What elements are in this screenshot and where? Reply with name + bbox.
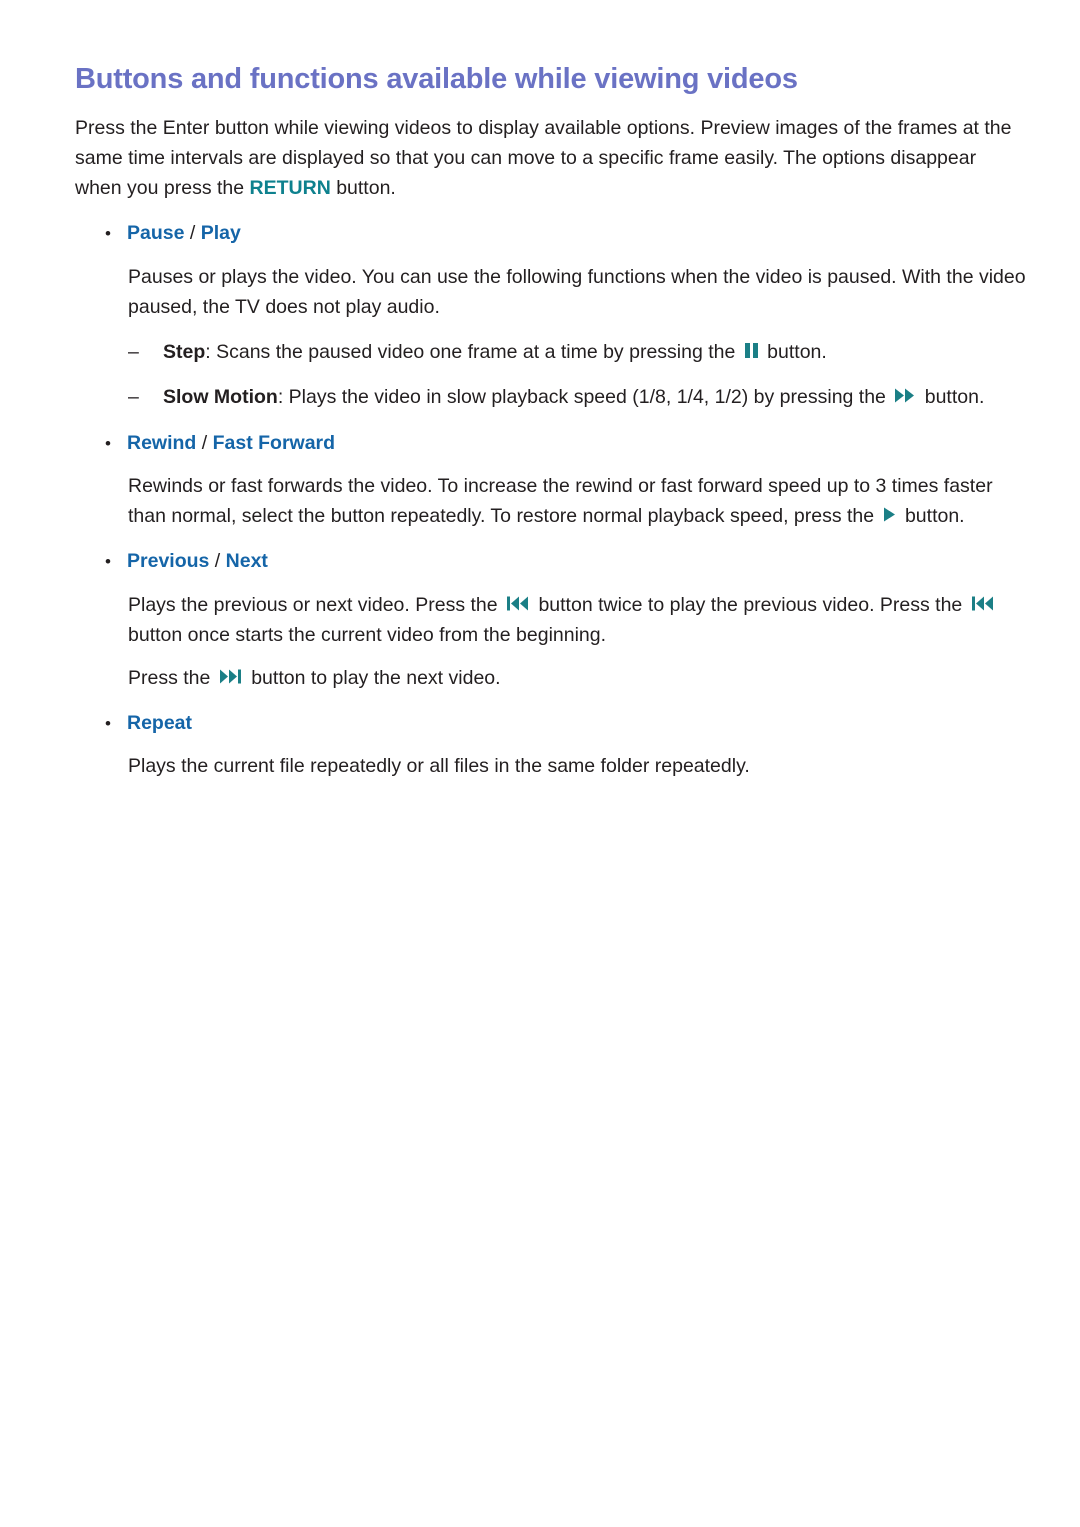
bullet-marker-icon: • <box>105 552 111 572</box>
section-heading-repeat: • Repeat <box>75 709 1027 738</box>
page-title: Buttons and functions available while vi… <box>75 63 798 95</box>
subitem-slow-motion-desc: Plays the video in slow playback speed (… <box>283 386 892 409</box>
subitem-step-desc-after: button. <box>761 341 827 364</box>
paragraph-next-part1: Press the <box>128 666 216 689</box>
dash-marker-icon: – <box>128 386 139 409</box>
paragraph-repeat: Plays the current file repeatedly or all… <box>128 755 750 778</box>
bullet-marker-icon: • <box>105 714 111 734</box>
section-heading-previous-next: • Previous / Next <box>75 547 1027 576</box>
subitem-step-term: Step <box>163 341 206 364</box>
intro-text-after: button. <box>330 177 396 200</box>
label-separator: / <box>214 550 221 573</box>
label-previous: Previous <box>127 550 210 573</box>
previous-icon <box>506 595 530 612</box>
section-heading-rewind-fast-forward: • Rewind / Fast Forward <box>75 429 1027 458</box>
paragraph-previous-part1: Plays the previous or next video. Press … <box>128 593 504 616</box>
label-next: Next <box>225 550 268 573</box>
paragraph-pause-play: Pauses or plays the video. You can use t… <box>128 265 1026 318</box>
subitem-slow-motion-term: Slow Motion <box>163 386 278 409</box>
subitem-slow-motion-desc-after: button. <box>919 386 985 409</box>
bullet-marker-icon: • <box>105 224 111 244</box>
subitem-step-text: Step: Scans the paused video one frame a… <box>163 337 827 367</box>
play-icon <box>883 506 897 523</box>
label-separator: / <box>201 431 208 454</box>
fast-forward-icon <box>894 387 916 404</box>
intro-paragraph: Press the Enter button while viewing vid… <box>75 113 1027 204</box>
next-icon <box>219 668 243 685</box>
label-separator: / <box>189 222 196 245</box>
paragraph-previous-next: Plays the previous or next video. Press … <box>75 590 1027 650</box>
return-keyword: RETURN <box>249 177 331 200</box>
document-content: Buttons and functions available while vi… <box>75 62 1027 782</box>
section-label-pause-play: Pause / Play <box>127 219 241 248</box>
section-heading-pause-play: • Pause / Play <box>75 219 1027 248</box>
paragraph-previous-part2: button twice to play the previous video.… <box>533 593 968 616</box>
bullet-marker-icon: • <box>105 433 111 453</box>
subitem-slow-motion: – Slow Motion: Plays the video in slow p… <box>75 382 1027 412</box>
paragraph-previous-part3: button once starts the current video fro… <box>128 623 607 646</box>
previous-icon <box>971 595 995 612</box>
label-fast-forward: Fast Forward <box>212 431 336 454</box>
label-play: Play <box>200 222 241 245</box>
label-rewind: Rewind <box>127 431 197 454</box>
document-page: Buttons and functions available while vi… <box>0 0 1080 1527</box>
dash-marker-icon: – <box>128 341 139 364</box>
section-label-rewind-fast-forward: Rewind / Fast Forward <box>127 429 335 458</box>
pause-icon <box>744 342 759 359</box>
subitem-slow-motion-text: Slow Motion: Plays the video in slow pla… <box>163 382 984 412</box>
intro-text-before: Press the Enter button while viewing vid… <box>75 116 1012 200</box>
subitem-step-desc: Scans the paused video one frame at a ti… <box>210 341 741 364</box>
section-label-previous-next: Previous / Next <box>127 547 268 576</box>
label-pause: Pause <box>127 222 185 245</box>
paragraph-next: Press the button to play the next video. <box>75 663 1027 693</box>
paragraph-rewind-fast-forward: Rewinds or fast forwards the video. To i… <box>75 471 1027 531</box>
subitem-step: – Step: Scans the paused video one frame… <box>75 337 1027 367</box>
paragraph-rewind-text-after: button. <box>899 505 965 528</box>
paragraph-rewind-text-before: Rewinds or fast forwards the video. To i… <box>128 474 993 528</box>
paragraph-next-part2: button to play the next video. <box>245 666 501 689</box>
section-label-repeat: Repeat <box>127 712 193 735</box>
